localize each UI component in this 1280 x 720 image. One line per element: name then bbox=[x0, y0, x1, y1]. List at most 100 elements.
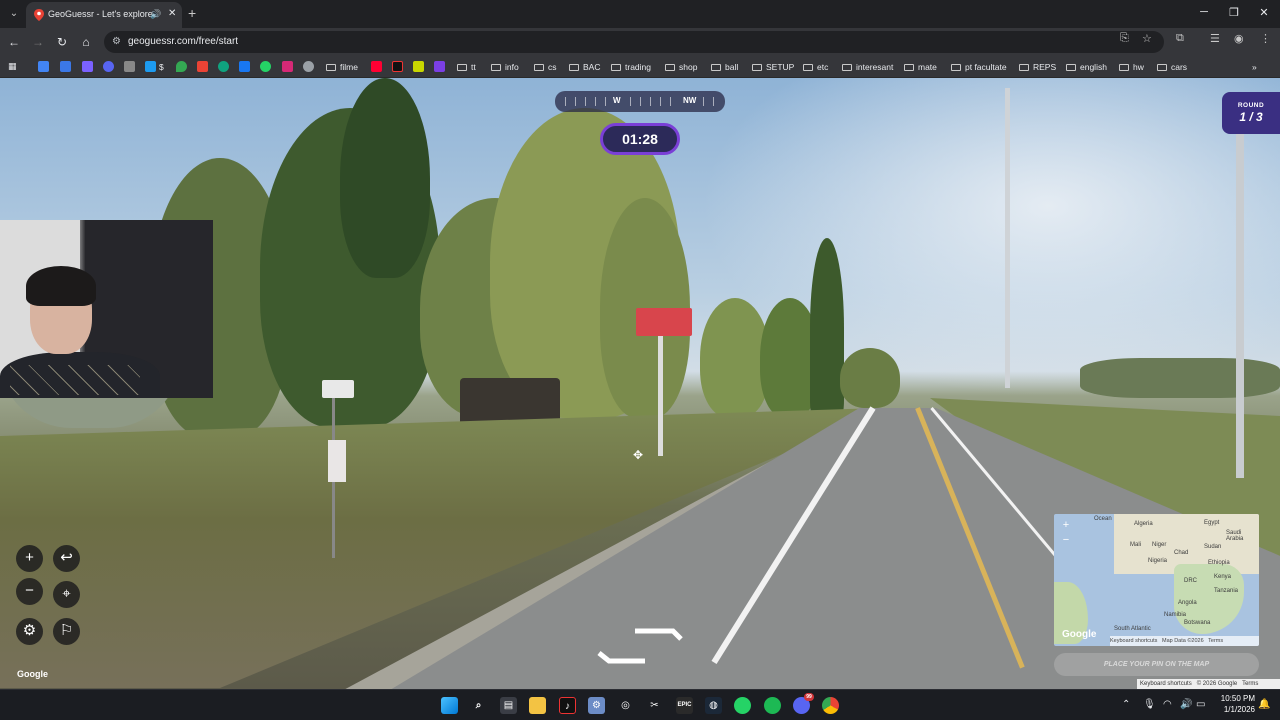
more-bookmarks-icon[interactable]: » bbox=[1252, 60, 1257, 74]
tiktok-icon[interactable]: ♪ bbox=[559, 697, 576, 714]
bookmark-folder-reps[interactable]: REPS bbox=[1019, 60, 1056, 74]
reading-list-icon[interactable]: ☰ bbox=[1210, 32, 1220, 45]
map-label: Algeria bbox=[1134, 521, 1153, 527]
forward-icon[interactable]: → bbox=[30, 34, 46, 50]
steam-helper-icon[interactable]: ◎ bbox=[617, 697, 634, 714]
map-zoom-in-button[interactable]: + bbox=[1060, 519, 1072, 531]
steam-icon[interactable]: ◍ bbox=[705, 697, 722, 714]
bookmark-folder-bac[interactable]: BAC bbox=[569, 60, 600, 74]
cast-icon[interactable]: ⎘ bbox=[1120, 32, 1129, 45]
bookmark-chatgpt-icon[interactable] bbox=[218, 61, 229, 72]
bookmark-x-icon[interactable] bbox=[145, 61, 156, 72]
whatsapp-icon[interactable] bbox=[734, 697, 751, 714]
search-icon[interactable]: ⌕ bbox=[470, 697, 487, 714]
bookmark-google-icon[interactable] bbox=[38, 61, 49, 72]
url-field[interactable]: ⚙ geoguessr.com/free/start bbox=[104, 31, 1164, 53]
tray-overflow-icon[interactable]: ⌃ bbox=[1122, 699, 1130, 710]
settings-gear-icon[interactable]: ⚙ bbox=[16, 618, 43, 645]
bookmark-maps-icon[interactable] bbox=[176, 61, 187, 72]
new-tab-button[interactable]: + bbox=[188, 5, 196, 21]
map-terms-link[interactable]: Terms bbox=[1208, 638, 1223, 644]
close-window-icon[interactable]: ✕ bbox=[1254, 6, 1274, 19]
windows-start-icon[interactable] bbox=[441, 697, 458, 714]
folder-icon bbox=[326, 64, 336, 71]
flag-icon[interactable]: ⚐ bbox=[53, 618, 80, 645]
bookmark-dollar[interactable]: $ bbox=[159, 60, 164, 74]
restore-icon[interactable]: ❐ bbox=[1224, 6, 1244, 19]
file-explorer-icon[interactable] bbox=[529, 697, 546, 714]
zoom-out-button[interactable]: − bbox=[16, 578, 43, 605]
map-keyboard-shortcuts-link[interactable]: Keyboard shortcuts bbox=[1110, 638, 1157, 644]
bookmark-instagram-icon[interactable] bbox=[282, 61, 293, 72]
place-pin-button[interactable]: PLACE YOUR PIN ON THE MAP bbox=[1054, 653, 1259, 676]
folder-icon bbox=[711, 64, 721, 71]
undo-move-button[interactable]: ↩ bbox=[53, 545, 80, 572]
tab-list-button[interactable]: ⌄ bbox=[6, 6, 22, 22]
minimize-icon[interactable]: ─ bbox=[1194, 6, 1214, 18]
bookmark-facebook-icon[interactable] bbox=[239, 61, 250, 72]
extensions-icon[interactable]: ⧉ bbox=[1176, 32, 1184, 45]
return-to-start-icon[interactable]: ⌖ bbox=[53, 581, 80, 608]
epic-games-icon[interactable]: EPIC bbox=[676, 697, 693, 714]
profile-icon[interactable]: ◉ bbox=[1234, 32, 1244, 45]
url-text: geoguessr.com/free/start bbox=[128, 36, 239, 47]
map-data-attrib: Map Data ©2026 bbox=[1161, 638, 1204, 644]
battery-icon[interactable]: ▭ bbox=[1196, 699, 1205, 710]
bookmark-docs-icon[interactable] bbox=[60, 61, 71, 72]
bookmark-folder-shop[interactable]: shop bbox=[665, 60, 697, 74]
capcut-icon[interactable]: ✂ bbox=[646, 697, 663, 714]
notifications-icon[interactable]: 🔔 bbox=[1258, 699, 1270, 710]
bookmark-ttv-icon[interactable] bbox=[392, 61, 403, 72]
bookmark-folder-etc[interactable]: etc bbox=[803, 60, 828, 74]
bookmark-folder-cars[interactable]: cars bbox=[1157, 60, 1187, 74]
volume-icon[interactable]: 🔊 bbox=[1180, 699, 1192, 710]
bookmark-folder-mate[interactable]: mate bbox=[904, 60, 937, 74]
bookmark-yellow-icon[interactable] bbox=[413, 61, 424, 72]
keyboard-shortcuts-link[interactable]: Keyboard shortcuts bbox=[1140, 681, 1192, 687]
back-icon[interactable]: ← bbox=[6, 34, 22, 50]
home-icon[interactable]: ⌂ bbox=[78, 34, 94, 50]
zoom-in-button[interactable]: + bbox=[16, 545, 43, 572]
chrome-icon[interactable] bbox=[822, 697, 839, 714]
bookmark-filme[interactable]: filme bbox=[326, 60, 358, 74]
reload-icon[interactable]: ↻ bbox=[54, 34, 70, 50]
bookmark-discord-icon[interactable] bbox=[103, 61, 114, 72]
apps-grid-icon[interactable]: ▦ bbox=[8, 61, 19, 72]
bookmark-folder-ball[interactable]: ball bbox=[711, 60, 738, 74]
bookmark-folder-pt-facultate[interactable]: pt facultate bbox=[951, 60, 1007, 74]
bookmark-folder-hw[interactable]: hw bbox=[1119, 60, 1144, 74]
bookmark-youtube-icon[interactable] bbox=[371, 61, 382, 72]
bookmark-folder-english[interactable]: english bbox=[1066, 60, 1107, 74]
map-zoom-out-button[interactable]: − bbox=[1060, 534, 1072, 546]
bookmark-settings-icon[interactable] bbox=[303, 61, 314, 72]
menu-icon[interactable]: ⋮ bbox=[1260, 32, 1271, 45]
bookmark-folder-setup[interactable]: SETUP bbox=[752, 60, 794, 74]
terms-link[interactable]: Terms bbox=[1242, 681, 1258, 687]
bookmark-folder-interesant[interactable]: interesant bbox=[842, 60, 893, 74]
site-info-icon[interactable]: ⚙ bbox=[112, 36, 124, 48]
guess-minimap[interactable]: Algeria Egypt Saudi Arabia Mali Niger Su… bbox=[1054, 514, 1259, 646]
bookmark-folder-trading[interactable]: trading bbox=[611, 60, 651, 74]
bookmark-folder-cs[interactable]: cs bbox=[534, 60, 557, 74]
microphone-icon[interactable]: 🎙 bbox=[1143, 699, 1156, 710]
calculator-icon[interactable]: ▤ bbox=[500, 697, 517, 714]
spotify-icon[interactable] bbox=[764, 697, 781, 714]
round-value: 1 / 3 bbox=[1239, 110, 1263, 124]
bookmark-extension-icon[interactable] bbox=[82, 61, 93, 72]
settings-icon[interactable]: ⚙ bbox=[588, 697, 605, 714]
active-tab[interactable]: GeoGuessr - Let's explore the world! 🔊 ✕ bbox=[26, 2, 182, 28]
move-arrows-icon[interactable] bbox=[595, 623, 685, 668]
bookmark-gmail-icon[interactable] bbox=[197, 61, 208, 72]
bookmark-bolt-icon[interactable] bbox=[434, 61, 445, 72]
bookmark-folder-info[interactable]: info bbox=[491, 60, 519, 74]
clock-time[interactable]: 10:50 PM bbox=[1215, 694, 1255, 703]
bookmark-star-icon[interactable]: ☆ bbox=[1142, 32, 1152, 45]
bookmark-puzzle-icon[interactable] bbox=[124, 61, 135, 72]
wifi-icon[interactable]: ◠ bbox=[1163, 699, 1172, 710]
clock-date[interactable]: 1/1/2026 bbox=[1215, 705, 1255, 714]
audio-icon[interactable]: 🔊 bbox=[150, 9, 161, 20]
bookmark-folder-tt[interactable]: tt bbox=[457, 60, 476, 74]
bookmark-whatsapp-icon[interactable] bbox=[260, 61, 271, 72]
round-indicator: ROUND 1 / 3 bbox=[1222, 92, 1280, 134]
close-tab-icon[interactable]: ✕ bbox=[168, 8, 176, 19]
